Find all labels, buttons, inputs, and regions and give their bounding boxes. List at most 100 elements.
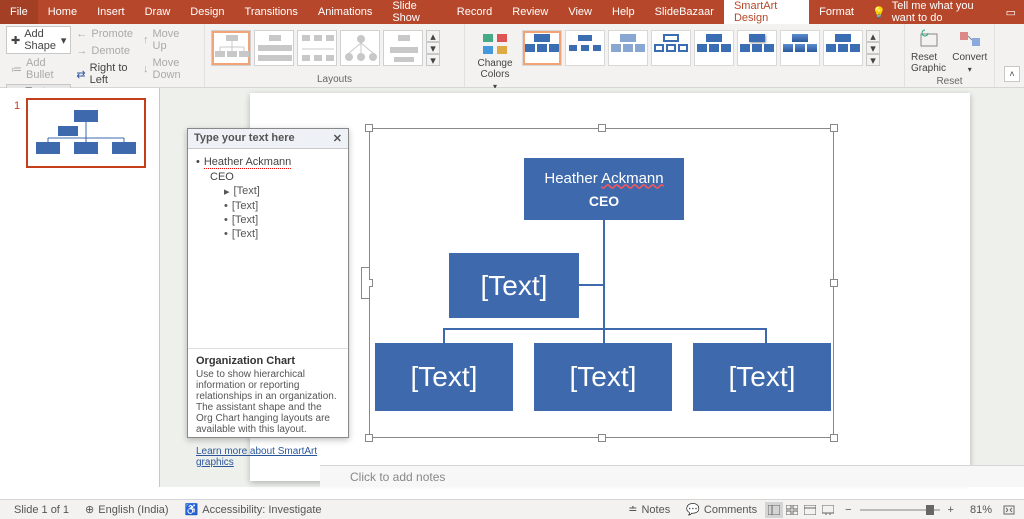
view-reading-button[interactable]: [801, 502, 819, 518]
layout-option-3[interactable]: [297, 30, 337, 66]
style-option-2[interactable]: [565, 30, 605, 66]
zoom-percent[interactable]: 81%: [962, 504, 1000, 516]
tab-slidebazaar[interactable]: SlideBazaar: [645, 0, 724, 24]
arrow-down-icon: ↓: [143, 63, 149, 75]
demote-button[interactable]: →Demote: [71, 43, 138, 59]
close-icon[interactable]: ✕: [333, 132, 342, 145]
convert-button[interactable]: Convert ▾: [952, 28, 989, 74]
learn-more-link[interactable]: Learn more about SmartArt graphics: [196, 446, 317, 468]
tab-format[interactable]: Format: [809, 0, 864, 24]
styles-scroll-up[interactable]: ▴: [866, 30, 880, 42]
ribbon-tabs: File Home Insert Draw Design Transitions…: [0, 0, 998, 24]
tab-insert[interactable]: Insert: [87, 0, 135, 24]
tab-home[interactable]: Home: [38, 0, 87, 24]
chart-node-child-2[interactable]: [Text]: [534, 343, 672, 411]
resize-handle-bm[interactable]: [598, 434, 606, 442]
zoom-slider-thumb[interactable]: [926, 505, 934, 515]
zoom-in-button[interactable]: +: [940, 504, 962, 516]
style-option-5[interactable]: [694, 30, 734, 66]
chart-node-child-1[interactable]: [Text]: [375, 343, 513, 411]
notes-icon: ≐: [628, 503, 637, 516]
resize-handle-tr[interactable]: [830, 124, 838, 132]
view-sorter-button[interactable]: [783, 502, 801, 518]
resize-handle-tl[interactable]: [365, 124, 373, 132]
zoom-slider[interactable]: [860, 509, 940, 511]
tab-record[interactable]: Record: [447, 0, 502, 24]
tab-file[interactable]: File: [0, 0, 38, 24]
change-colors-button[interactable]: Change Colors ▾: [471, 30, 519, 91]
tab-review[interactable]: Review: [502, 0, 558, 24]
resize-handle-bl[interactable]: [365, 434, 373, 442]
style-option-8[interactable]: [823, 30, 863, 66]
style-option-4[interactable]: [651, 30, 691, 66]
status-accessibility[interactable]: ♿Accessibility: Investigate: [177, 503, 330, 516]
tell-me-search[interactable]: 💡 Tell me what you want to do: [872, 0, 998, 24]
layouts-scroll-up[interactable]: ▴: [426, 30, 440, 42]
add-bullet-button[interactable]: ≔Add Bullet: [6, 55, 71, 83]
style-option-7[interactable]: [780, 30, 820, 66]
right-to-left-button[interactable]: ⇄Right to Left: [71, 60, 138, 88]
slide-number: 1: [14, 100, 20, 112]
layout-option-5[interactable]: [383, 30, 423, 66]
text-pane-toggle[interactable]: [361, 267, 369, 299]
slide-thumbnail-1[interactable]: 1: [26, 98, 146, 168]
style-option-1[interactable]: [522, 30, 562, 66]
text-pane-item-text-3[interactable]: [Text]: [232, 214, 258, 226]
smartart-selection[interactable]: Heather Ackmann CEO [Text] [Text] [Text]…: [369, 128, 834, 438]
layouts-more[interactable]: ▾: [426, 54, 440, 66]
status-slide-count[interactable]: Slide 1 of 1: [6, 504, 77, 516]
move-up-button[interactable]: ↑Move Up: [138, 26, 198, 54]
layout-option-4[interactable]: [340, 30, 380, 66]
globe-icon: ⊕: [85, 503, 94, 516]
reset-graphic-label: Reset Graphic: [911, 52, 948, 74]
reset-graphic-button[interactable]: Reset Graphic: [911, 28, 948, 74]
layout-option-2[interactable]: [254, 30, 294, 66]
tab-design[interactable]: Design: [180, 0, 234, 24]
layouts-scroll-down[interactable]: ▾: [426, 42, 440, 54]
view-normal-button[interactable]: [765, 502, 783, 518]
styles-scroll-down[interactable]: ▾: [866, 42, 880, 54]
promote-button[interactable]: ←Promote: [71, 26, 138, 42]
style-option-3[interactable]: [608, 30, 648, 66]
status-bar: Slide 1 of 1 ⊕English (India) ♿Accessibi…: [0, 499, 1024, 519]
layout-option-1[interactable]: [211, 30, 251, 66]
text-pane-item-ceo-name[interactable]: Heather Ackmann: [204, 156, 291, 168]
resize-handle-tm[interactable]: [598, 124, 606, 132]
display-options-icon[interactable]: ▭: [1006, 6, 1016, 19]
group-label-layouts: Layouts: [211, 72, 458, 87]
slide-canvas-area[interactable]: Type your text here ✕ •Heather Ackmann C…: [160, 88, 1024, 487]
text-pane-item-ceo-title[interactable]: CEO: [210, 171, 234, 183]
fit-to-window-button[interactable]: [1000, 502, 1018, 518]
chart-node-assistant[interactable]: [Text]: [449, 253, 579, 318]
comments-button[interactable]: 💬Comments: [678, 503, 765, 516]
tab-view[interactable]: View: [558, 0, 602, 24]
resize-handle-br[interactable]: [830, 434, 838, 442]
tab-slide-show[interactable]: Slide Show: [382, 0, 446, 24]
slide-canvas[interactable]: Heather Ackmann CEO [Text] [Text] [Text]…: [250, 93, 970, 481]
collapse-ribbon-button[interactable]: ˄: [1004, 66, 1020, 82]
resize-handle-rm[interactable]: [830, 279, 838, 287]
tab-animations[interactable]: Animations: [308, 0, 382, 24]
tab-draw[interactable]: Draw: [135, 0, 181, 24]
text-pane-item-text-4[interactable]: [Text]: [232, 228, 258, 240]
status-language[interactable]: ⊕English (India): [77, 503, 177, 516]
tab-transitions[interactable]: Transitions: [235, 0, 308, 24]
chart-node-child-3[interactable]: [Text]: [693, 343, 831, 411]
zoom-out-button[interactable]: −: [837, 504, 859, 516]
arrow-right-icon: →: [76, 45, 87, 57]
add-shape-button[interactable]: ✚Add Shape▾: [6, 26, 71, 54]
text-pane-item-text-2[interactable]: [Text]: [232, 200, 258, 212]
notes-button[interactable]: ≐Notes: [620, 503, 678, 516]
text-pane-list[interactable]: •Heather Ackmann CEO ▸[Text] •[Text] •[T…: [188, 149, 348, 349]
move-down-button[interactable]: ↓Move Down: [138, 55, 198, 83]
tab-smartart-design[interactable]: SmartArt Design: [724, 0, 809, 24]
editor-area: 1 Type your text here ✕ •Heather Ackmann…: [0, 88, 1024, 487]
style-option-6[interactable]: [737, 30, 777, 66]
text-pane-item-text-1[interactable]: [Text]: [234, 185, 260, 198]
styles-more[interactable]: ▾: [866, 54, 880, 66]
tab-help[interactable]: Help: [602, 0, 645, 24]
text-pane-desc-title: Organization Chart: [196, 355, 340, 367]
view-slideshow-button[interactable]: [819, 502, 837, 518]
notes-area[interactable]: Click to add notes: [320, 465, 1024, 487]
chart-node-ceo[interactable]: Heather Ackmann CEO: [524, 158, 684, 220]
